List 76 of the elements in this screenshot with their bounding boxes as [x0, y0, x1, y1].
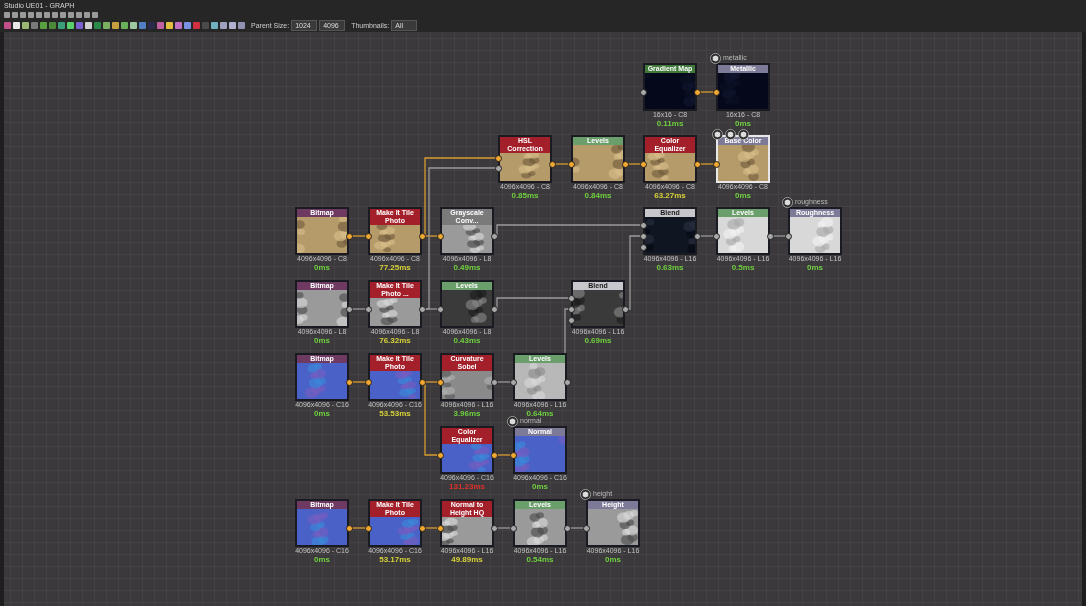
- output-port[interactable]: [621, 160, 629, 168]
- node-time: 0.85ms: [511, 191, 539, 200]
- node-time: 0ms: [314, 409, 330, 418]
- node-time: 0.64ms: [526, 409, 554, 418]
- node-time: 0.54ms: [526, 555, 554, 564]
- output-port[interactable]: [490, 378, 498, 386]
- node-time: 0.43ms: [453, 336, 481, 345]
- input-port[interactable]: [567, 160, 575, 168]
- node-time: 0ms: [605, 555, 621, 564]
- output-port[interactable]: [345, 378, 353, 386]
- output-port[interactable]: [693, 160, 701, 168]
- cube-icon[interactable]: [710, 53, 721, 64]
- input-port[interactable]: [364, 378, 372, 386]
- input-port[interactable]: [509, 451, 517, 459]
- output-port[interactable]: [418, 232, 426, 240]
- input-port[interactable]: [364, 305, 372, 313]
- input-port[interactable]: [436, 451, 444, 459]
- input-port[interactable]: [712, 160, 720, 168]
- cube-icon[interactable]: [725, 129, 736, 140]
- node-time: 0.84ms: [584, 191, 612, 200]
- node-time: 3.96ms: [453, 409, 481, 418]
- node-time: 0.63ms: [656, 263, 684, 272]
- node-time: 0.69ms: [584, 336, 612, 345]
- input-port[interactable]: [364, 232, 372, 240]
- node-time: 63.27ms: [654, 191, 686, 200]
- node-time: 0ms: [314, 263, 330, 272]
- input-port[interactable]: [509, 378, 517, 386]
- output-port[interactable]: [490, 232, 498, 240]
- output-port[interactable]: [548, 160, 556, 168]
- input-port[interactable]: [639, 88, 647, 96]
- cube-icon[interactable]: [782, 197, 793, 208]
- output-port[interactable]: [345, 524, 353, 532]
- output-port[interactable]: [418, 305, 426, 313]
- node-time: 49.89ms: [451, 555, 483, 564]
- output-port[interactable]: [490, 524, 498, 532]
- input-port[interactable]: [639, 160, 647, 168]
- node-time: 0ms: [735, 119, 751, 128]
- output-port[interactable]: [693, 88, 701, 96]
- cube-icon[interactable]: [712, 129, 723, 140]
- input-port[interactable]: [582, 524, 590, 532]
- output-port[interactable]: [418, 524, 426, 532]
- output-port[interactable]: [418, 378, 426, 386]
- output-port[interactable]: [345, 305, 353, 313]
- node-time: 0.11ms: [656, 119, 684, 128]
- output-port[interactable]: [766, 232, 774, 240]
- output-port[interactable]: [345, 232, 353, 240]
- input-port[interactable]: [436, 305, 444, 313]
- input-port[interactable]: [436, 378, 444, 386]
- input-port[interactable]: [712, 232, 720, 240]
- input-port[interactable]: [364, 524, 372, 532]
- node-time: 0.49ms: [453, 263, 481, 272]
- output-port[interactable]: [490, 305, 498, 313]
- output-port[interactable]: [621, 305, 629, 313]
- output-port[interactable]: [490, 451, 498, 459]
- input-port[interactable]: [436, 232, 444, 240]
- cube-icon[interactable]: [507, 416, 518, 427]
- node-time: 77.25ms: [379, 263, 411, 272]
- node-time: 53.53ms: [379, 409, 411, 418]
- node-time: 0ms: [314, 555, 330, 564]
- input-port[interactable]: [712, 88, 720, 96]
- input-port[interactable]: [436, 524, 444, 532]
- node-time: 0ms: [532, 482, 548, 491]
- node-time: 0ms: [735, 191, 751, 200]
- node-time: 131.23ms: [449, 482, 485, 491]
- cube-icon[interactable]: [580, 489, 591, 500]
- node-time: 76.32ms: [379, 336, 411, 345]
- cube-icon[interactable]: [738, 129, 749, 140]
- node-time: 0.5ms: [731, 263, 755, 272]
- node-time: 0ms: [314, 336, 330, 345]
- input-port[interactable]: [784, 232, 792, 240]
- output-port[interactable]: [563, 524, 571, 532]
- input-port[interactable]: [509, 524, 517, 532]
- node-time: 53.17ms: [379, 555, 411, 564]
- output-port[interactable]: [563, 378, 571, 386]
- output-port[interactable]: [693, 232, 701, 240]
- node-time: 0ms: [807, 263, 823, 272]
